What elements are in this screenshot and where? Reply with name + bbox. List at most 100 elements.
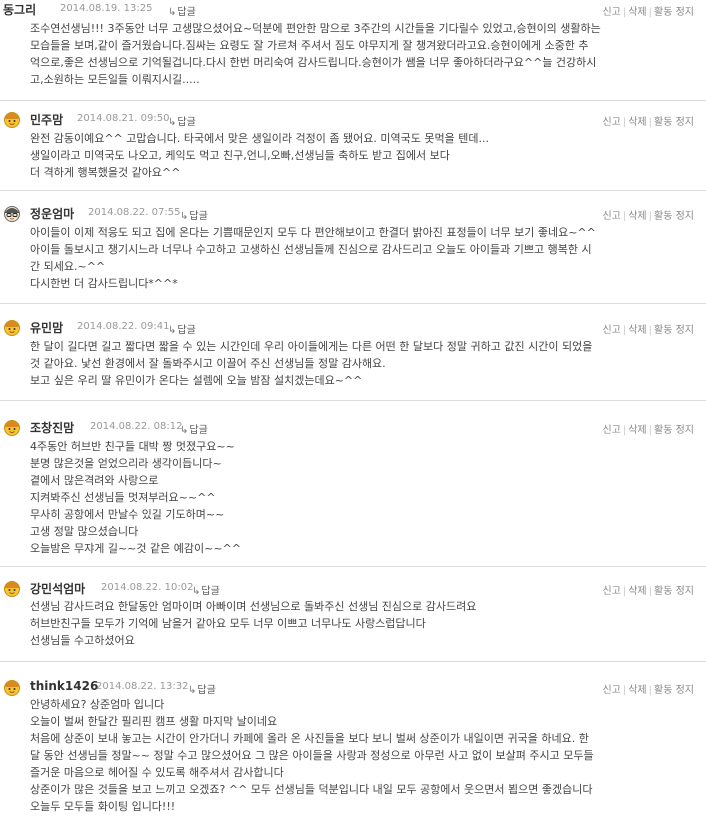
- comment-body: 선생님 감사드려요 한달동안 엄마이며 아빠이며 선생님으로 돌봐주신 선생님 …: [30, 598, 698, 649]
- comment-body: 한 달이 길다면 길고 짧다면 짧을 수 있는 시간인데 우리 아이들에게는 다…: [30, 338, 698, 389]
- reply-label: 답글: [177, 325, 196, 336]
- delete-button[interactable]: 삭제: [628, 7, 646, 18]
- reply-arrow-icon: ↳: [168, 117, 177, 128]
- comment-line: 처음에 상준이 보내 놓고는 시간이 안가더니 카페에 올라 온 사진들을 보다…: [30, 732, 589, 745]
- delete-button[interactable]: 삭제: [628, 325, 646, 336]
- report-button[interactable]: 신고: [602, 425, 620, 436]
- comment-divider: [0, 400, 706, 401]
- reply-arrow-icon: ↳: [188, 685, 197, 696]
- comment-line: 보고 싶은 우리 딸 유민이가 온다는 설렘에 오늘 밤잠 설치겠는데요~^^: [30, 374, 363, 387]
- reply-button[interactable]: ↳답글: [180, 421, 208, 436]
- report-button[interactable]: 신고: [602, 7, 620, 18]
- report-button[interactable]: 신고: [602, 117, 620, 128]
- comment-line: 것 같아요. 낯선 환경에서 잘 돌봐주시고 이끌어 주신 선생님들 정말 감사…: [30, 357, 386, 370]
- report-button[interactable]: 신고: [602, 685, 620, 696]
- avatar-icon: [4, 206, 20, 222]
- comment-actions: 신고 | 삭제 | 활동 정지: [602, 685, 694, 696]
- comment-date: 2014.08.22. 10:02: [101, 582, 194, 593]
- comment-divider: [0, 100, 706, 101]
- reply-button[interactable]: ↳답글: [168, 321, 196, 336]
- comment-date: 2014.08.19. 13:25: [60, 3, 153, 14]
- comment-date: 2014.08.21. 09:50: [77, 113, 170, 124]
- comment-date: 2014.08.22. 13:32: [96, 681, 189, 692]
- reply-arrow-icon: ↳: [168, 325, 177, 336]
- suspend-button[interactable]: 활동 정지: [654, 117, 694, 128]
- comment-line: 더 격하게 행복했을것 같아요^^: [30, 166, 181, 179]
- suspend-button[interactable]: 활동 정지: [654, 685, 694, 696]
- comment-line: 선생님 감사드려요 한달동안 엄마이며 아빠이며 선생님으로 돌봐주신 선생님 …: [30, 600, 477, 613]
- comment-line: 고생 정말 많으셨습니다: [30, 525, 139, 538]
- comment-body: 안녕하세요? 상준엄마 입니다 오늘이 벌써 한달간 필리핀 캠프 생활 마지막…: [30, 696, 698, 815]
- reply-button[interactable]: ↳답글: [168, 3, 196, 18]
- suspend-button[interactable]: 활동 정지: [654, 7, 694, 18]
- comment-actions: 신고 | 삭제 | 활동 정지: [602, 211, 694, 222]
- reply-button[interactable]: ↳답글: [188, 681, 216, 696]
- reply-label: 답글: [189, 425, 208, 436]
- comment-line: 다시한번 더 감사드립니다*^^*: [30, 277, 178, 290]
- reply-button[interactable]: ↳답글: [168, 113, 196, 128]
- comment-author[interactable]: 강민석엄마: [30, 580, 85, 597]
- comment-line: 간 되세요.~^^: [30, 260, 106, 273]
- delete-button[interactable]: 삭제: [628, 685, 646, 696]
- comment-divider: [0, 661, 706, 662]
- comment-author[interactable]: 동그리: [3, 1, 36, 18]
- comment-author[interactable]: 민주맘: [30, 111, 63, 128]
- comment-line: 모습들을 보며,같이 즐거웠습니다.짐싸는 요령도 잘 가르쳐 주셔서 짐도 야…: [30, 39, 589, 52]
- comment-author[interactable]: 정운엄마: [30, 205, 74, 222]
- delete-button[interactable]: 삭제: [628, 586, 646, 597]
- comment-line: 무사히 공항에서 만날수 있길 기도하며~~: [30, 508, 225, 521]
- comment-date: 2014.08.22. 08:12: [90, 421, 183, 432]
- comment-date: 2014.08.22. 07:55: [88, 207, 181, 218]
- comment-line: 오늘이 벌써 한달간 필리핀 캠프 생활 마지막 날이네요: [30, 715, 278, 728]
- comment-divider: [0, 190, 706, 191]
- comment-body: 아이들이 이제 적응도 되고 집에 온다는 기쁨때문인지 모두 다 편안해보이고…: [30, 224, 698, 292]
- comment-line: 오늘밤은 무쟈게 길~~것 같은 예감이~~^^: [30, 542, 241, 555]
- comment-body: 4주동안 허브반 친구들 대박 짱 멋졌구요~~ 분명 많은것을 얻었으리라 생…: [30, 438, 698, 557]
- report-button[interactable]: 신고: [602, 325, 620, 336]
- reply-label: 답글: [177, 7, 196, 18]
- report-button[interactable]: 신고: [602, 211, 620, 222]
- comment-line: 달 동안 선생님들 정말~~ 정말 수고 많으셨어요 그 많은 아이들을 사랑과…: [30, 749, 594, 762]
- comment-line: 생일이라고 미역국도 나오고, 케익도 먹고 친구,언니,오빠,선생님들 축하도…: [30, 149, 450, 162]
- comment-actions: 신고 | 삭제 | 활동 정지: [602, 117, 694, 128]
- reply-button[interactable]: ↳답글: [180, 207, 208, 222]
- avatar-icon: [4, 112, 20, 128]
- suspend-button[interactable]: 활동 정지: [654, 211, 694, 222]
- reply-label: 답글: [197, 685, 216, 696]
- avatar-icon: [4, 680, 20, 696]
- comment-line: 한 달이 길다면 길고 짧다면 짧을 수 있는 시간인데 우리 아이들에게는 다…: [30, 340, 593, 353]
- reply-button[interactable]: ↳답글: [192, 582, 220, 597]
- comment-divider: [0, 566, 706, 567]
- report-button[interactable]: 신고: [602, 586, 620, 597]
- comment-author[interactable]: 조창진맘: [30, 419, 74, 436]
- delete-button[interactable]: 삭제: [628, 117, 646, 128]
- comment-body: 조수연선생님!!! 3주동안 너무 고생많으셨어요~덕분에 편안한 맘으로 3주…: [30, 20, 698, 88]
- reply-label: 답글: [189, 211, 208, 222]
- reply-arrow-icon: ↳: [180, 211, 189, 222]
- comment-body: 완전 감동이예요^^ 고맙습니다. 타국에서 맞은 생일이라 걱정이 좀 됐어요…: [30, 130, 698, 181]
- reply-label: 답글: [201, 586, 220, 597]
- comment-line: 조수연선생님!!! 3주동안 너무 고생많으셨어요~덕분에 편안한 맘으로 3주…: [30, 22, 601, 35]
- comment-date: 2014.08.22. 09:41: [77, 321, 170, 332]
- suspend-button[interactable]: 활동 정지: [654, 586, 694, 597]
- comment-line: 안녕하세요? 상준엄마 입니다: [30, 698, 165, 711]
- comment-line: 아이들이 이제 적응도 되고 집에 온다는 기쁨때문인지 모두 다 편안해보이고…: [30, 226, 596, 239]
- avatar-icon: [4, 420, 20, 436]
- comment-line: 아이들 돌보시고 챙기시느라 너무나 수고하고 고생하신 선생님들께 진심으로 …: [30, 243, 592, 256]
- comment-line: 지켜봐주신 선생님들 멋져부러요~~^^: [30, 491, 216, 504]
- comment-author[interactable]: think1426: [30, 679, 98, 693]
- suspend-button[interactable]: 활동 정지: [654, 325, 694, 336]
- comment-line: 완전 감동이예요^^ 고맙습니다. 타국에서 맞은 생일이라 걱정이 좀 됐어요…: [30, 132, 489, 145]
- comment-author[interactable]: 유민맘: [30, 319, 63, 336]
- comment-line: 즐거운 마음으로 헤어질 수 있도록 해주셔서 감사합니다: [30, 766, 284, 779]
- delete-button[interactable]: 삭제: [628, 425, 646, 436]
- comment-line: 고,소원하는 모든일들 이뤄지시길.....: [30, 73, 200, 86]
- suspend-button[interactable]: 활동 정지: [654, 425, 694, 436]
- delete-button[interactable]: 삭제: [628, 211, 646, 222]
- comment-actions: 신고 | 삭제 | 활동 정지: [602, 425, 694, 436]
- avatar-icon: [4, 581, 20, 597]
- comment-divider: [0, 303, 706, 304]
- comment-actions: 신고 | 삭제 | 활동 정지: [602, 325, 694, 336]
- avatar-icon: [4, 320, 20, 336]
- comment-line: 선생님들 수고하셨어요: [30, 634, 135, 647]
